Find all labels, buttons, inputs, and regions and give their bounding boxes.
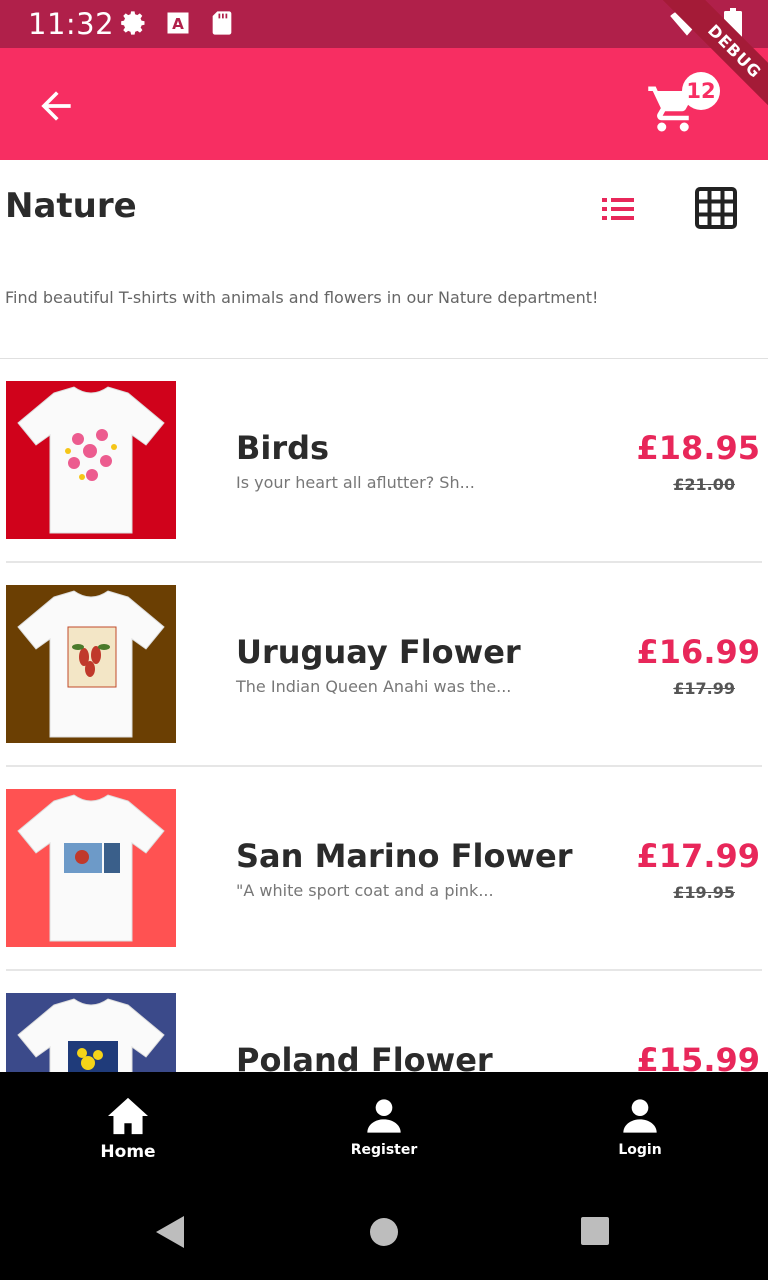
arrow-left-icon: [41, 91, 71, 121]
product-row[interactable]: Uruguay Flower The Indian Queen Anahi wa…: [6, 563, 762, 767]
product-description: Is your heart all aflutter? Sh...: [236, 473, 475, 492]
nav-register-label: Register: [350, 1142, 418, 1158]
product-price: £17.99: [636, 837, 760, 875]
app-bar: [0, 48, 768, 160]
person-icon: [623, 1099, 657, 1133]
list-view-icon: [602, 198, 634, 220]
product-old-price: £17.99: [673, 679, 735, 698]
status-bar: 11:32 A: [0, 0, 768, 48]
product-price: £18.95: [636, 429, 760, 467]
home-circle-icon[interactable]: [368, 1216, 400, 1248]
nav-register[interactable]: Register: [319, 1096, 449, 1158]
category-description: Find beautiful T-shirts with animals and…: [5, 288, 599, 307]
text-a-icon: A: [164, 9, 192, 41]
product-thumbnail[interactable]: [6, 789, 176, 947]
product-thumbnail[interactable]: [6, 381, 176, 539]
svg-text:A: A: [172, 15, 184, 33]
bottom-navigation: Home Register Login: [0, 1072, 768, 1184]
nav-home-label: Home: [100, 1142, 156, 1162]
status-time: 11:32: [28, 7, 115, 41]
wifi-icon: [670, 9, 704, 41]
cart-count-badge: 12: [682, 72, 720, 110]
product-old-price: £21.00: [673, 475, 735, 494]
person-icon: [367, 1099, 401, 1133]
product-row[interactable]: San Marino Flower "A white sport coat an…: [6, 767, 762, 971]
back-triangle-icon[interactable]: [154, 1214, 186, 1250]
nav-home[interactable]: Home: [63, 1096, 193, 1162]
product-description: "A white sport coat and a pink...: [236, 881, 494, 900]
battery-icon: [724, 8, 742, 42]
list-view-button[interactable]: [596, 192, 644, 226]
product-old-price: £19.95: [673, 883, 735, 902]
nav-login-label: Login: [618, 1142, 662, 1158]
product-name: Uruguay Flower: [236, 633, 521, 671]
sd-card-icon: [208, 9, 236, 41]
system-navigation-bar: [0, 1184, 768, 1280]
back-button[interactable]: [34, 84, 78, 128]
nav-login[interactable]: Login: [575, 1096, 705, 1158]
product-thumbnail[interactable]: [6, 585, 176, 743]
grid-view-button[interactable]: [694, 186, 738, 230]
recents-square-icon[interactable]: [580, 1216, 610, 1246]
grid-view-icon: [695, 187, 737, 229]
product-row[interactable]: Birds Is your heart all aflutter? Sh... …: [6, 359, 762, 563]
gear-icon: [120, 9, 148, 41]
product-price: £16.99: [636, 633, 760, 671]
page-title: Nature: [5, 186, 137, 226]
product-description: The Indian Queen Anahi was the...: [236, 677, 512, 696]
product-name: Birds: [236, 429, 330, 467]
product-name: San Marino Flower: [236, 837, 573, 875]
home-icon: [108, 1097, 148, 1135]
